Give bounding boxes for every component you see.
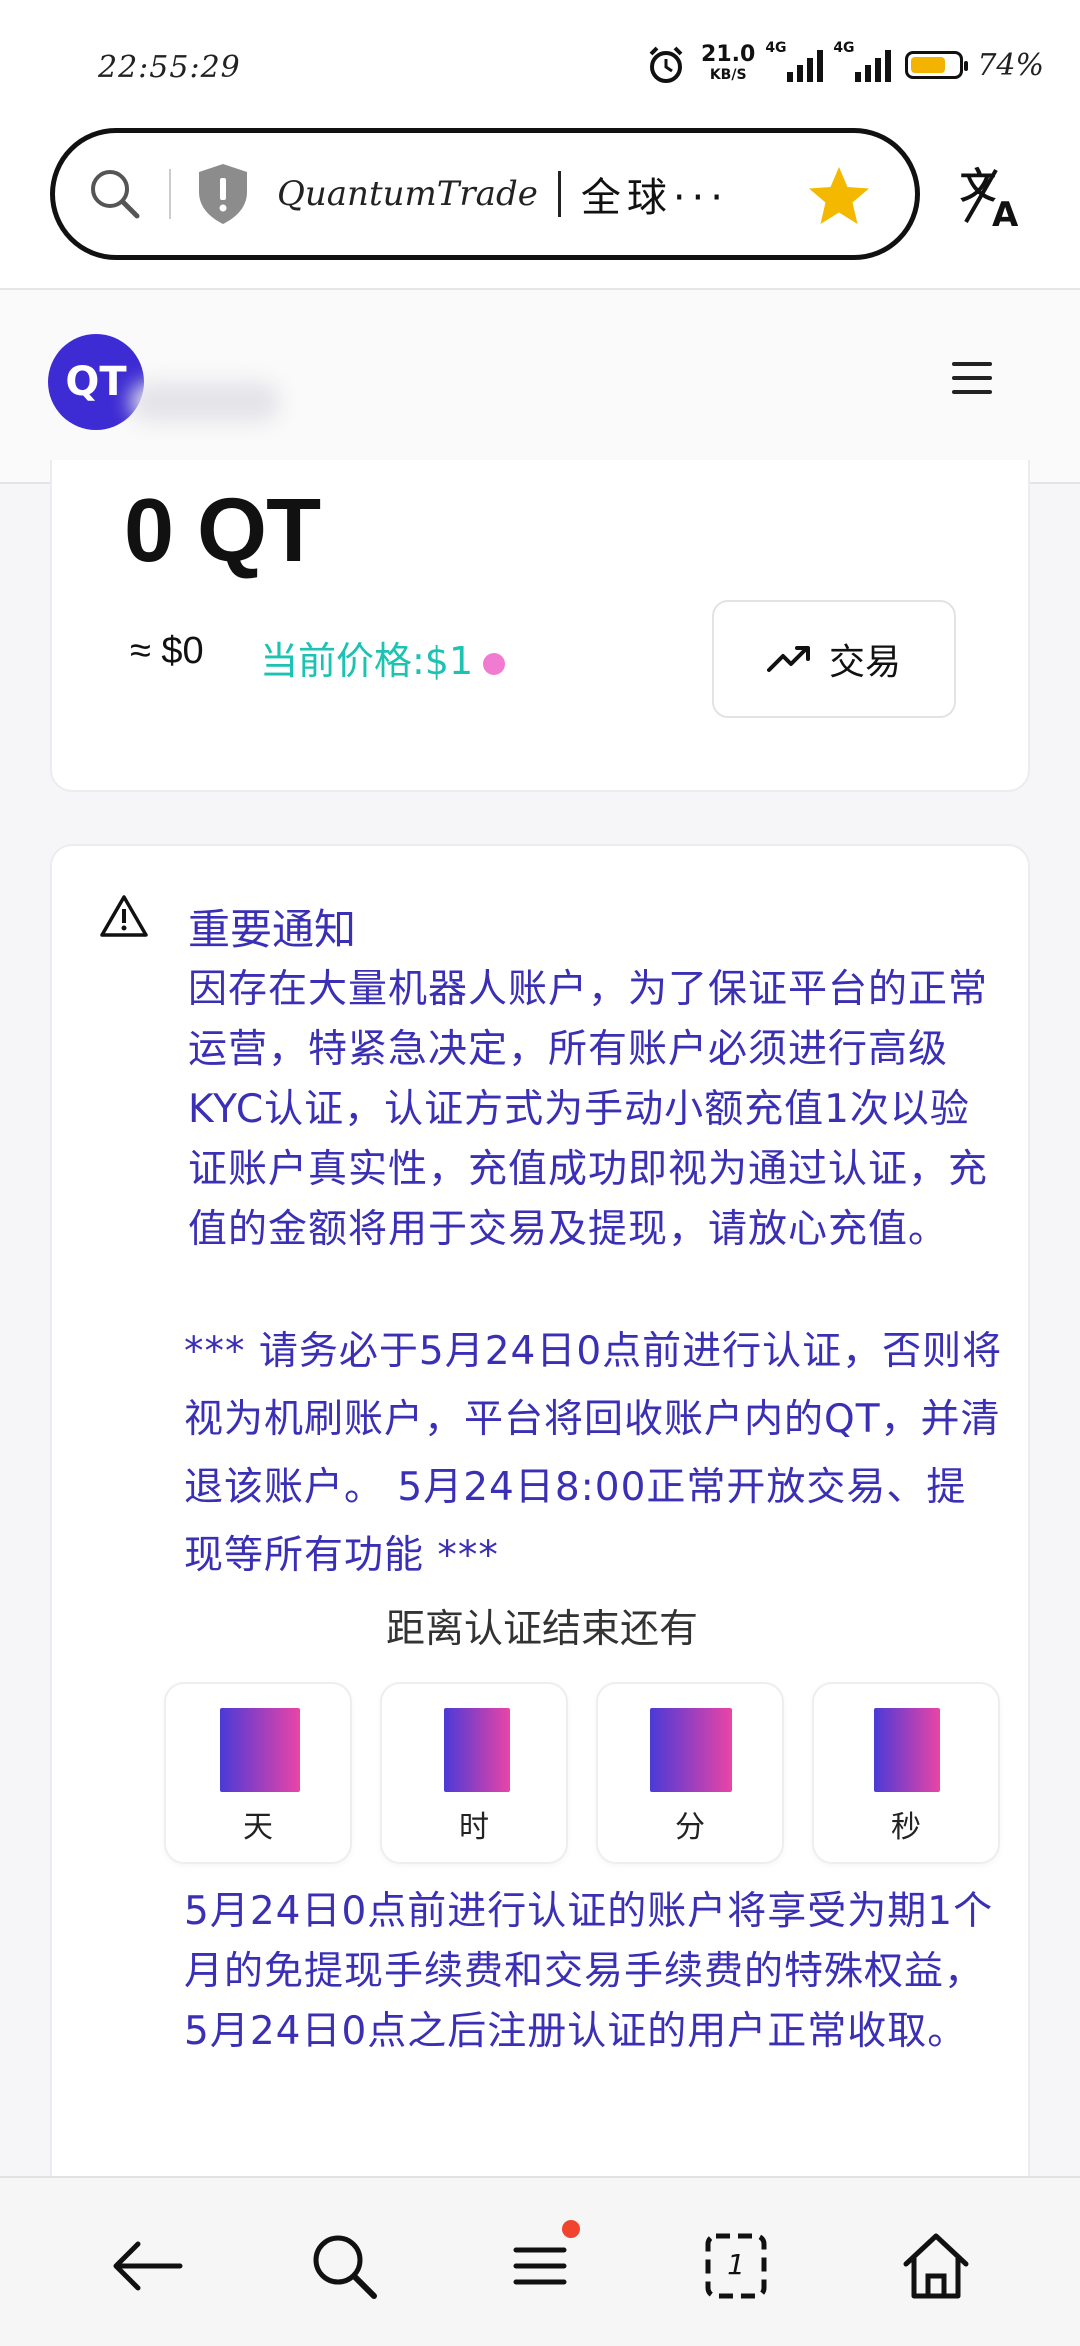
notice-title: 重要通知 [188, 905, 357, 954]
price-status-dot [483, 652, 506, 675]
search-icon[interactable] [85, 164, 145, 224]
trade-button[interactable]: 交易 [712, 600, 956, 718]
notice-card: 重要通知 因存在大量机器人账户，为了保证平台的正常运营，特紧急决定，所有账户必须… [50, 844, 1030, 2304]
battery-icon [905, 51, 969, 79]
signal-icon-2: 4G [833, 40, 892, 82]
battery-fill [911, 57, 946, 73]
menu-lines-icon [513, 2247, 567, 2285]
status-bar: 22:55:29 21.0 KB/S 4G 4G 74% [0, 0, 1080, 120]
url-separator [557, 171, 561, 217]
countdown-minutes-unit: 分 [675, 1810, 705, 1845]
battery-percent: 74% [977, 47, 1044, 83]
bookmark-star-icon[interactable] [805, 163, 873, 231]
current-price: 当前价格:$1 [260, 630, 506, 685]
countdown-minutes: 分 [596, 1682, 784, 1864]
site-menu-icon[interactable] [952, 362, 992, 398]
notice-deadline: *** 请务必于5月24日0点前进行认证，否则将视为机刷账户，平台将回收账户内的… [184, 1329, 1003, 1578]
url-site-name[interactable]: QuantumTrade [277, 174, 538, 214]
url-page-title[interactable]: 全球··· [581, 165, 729, 223]
network-speed-unit: KB/S [709, 67, 747, 83]
network-speed-value: 21.0 [701, 42, 756, 67]
menu-notification-dot [562, 2220, 580, 2238]
home-icon[interactable] [896, 2226, 976, 2306]
menu-icon[interactable] [500, 2220, 580, 2306]
balance-card: 0 QT ≈ $0 当前价格:$1 交易 [50, 460, 1030, 792]
notice-footer: 5月24日0点前进行认证的账户将享受为期1个月的免提现手续费和交易手续费的特殊权… [184, 1889, 994, 2054]
shield-icon[interactable] [195, 162, 251, 226]
countdown-days: 天 [164, 1682, 352, 1864]
countdown-hours-value [444, 1708, 510, 1792]
countdown-hours-unit: 时 [459, 1810, 489, 1845]
signal-1-label: 4G [765, 40, 787, 56]
warning-icon [100, 895, 148, 937]
address-divider [169, 169, 171, 219]
site-header: QT [0, 290, 1080, 484]
balance-usd: ≈ $0 [130, 630, 204, 672]
browser-bottom-nav: 1 [0, 2176, 1080, 2346]
countdown-label: 距离认证结束还有 [385, 1607, 698, 1652]
alarm-icon [649, 46, 683, 83]
status-icons: 21.0 KB/S 4G 4G 74% [645, 40, 1044, 90]
countdown-seconds: 秒 [812, 1682, 1000, 1864]
svg-text:A: A [992, 195, 1019, 230]
signal-2-label: 4G [833, 40, 855, 56]
address-bar[interactable]: QuantumTrade 全球··· [50, 128, 920, 260]
countdown-hours: 时 [380, 1682, 568, 1864]
countdown-days-unit: 天 [243, 1810, 273, 1845]
network-speed: 21.0 KB/S [701, 42, 756, 85]
countdown-days-value [220, 1708, 300, 1792]
signal-icon-1: 4G [765, 40, 824, 82]
tabs-icon[interactable]: 1 [696, 2226, 776, 2306]
site-logo[interactable]: QT [48, 334, 144, 430]
trade-button-label: 交易 [828, 642, 901, 683]
trending-up-icon [766, 646, 810, 672]
tabs-count: 1 [727, 2248, 745, 2281]
status-time: 22:55:29 [98, 50, 241, 85]
current-price-text: 当前价格:$1 [260, 639, 474, 683]
browser-toolbar: QuantumTrade 全球··· 文 A [0, 120, 1080, 290]
balance-amount: 0 QT [124, 481, 321, 581]
translate-icon[interactable]: 文 A [958, 160, 1028, 230]
countdown-seconds-unit: 秒 [891, 1810, 921, 1845]
search-icon[interactable] [304, 2226, 384, 2306]
notice-body: 因存在大量机器人账户，为了保证平台的正常运营，特紧急决定，所有账户必须进行高级K… [188, 967, 989, 1252]
blurred-username [130, 382, 280, 422]
back-icon[interactable] [108, 2226, 188, 2306]
countdown-minutes-value [650, 1708, 732, 1792]
countdown-seconds-value [874, 1708, 940, 1792]
